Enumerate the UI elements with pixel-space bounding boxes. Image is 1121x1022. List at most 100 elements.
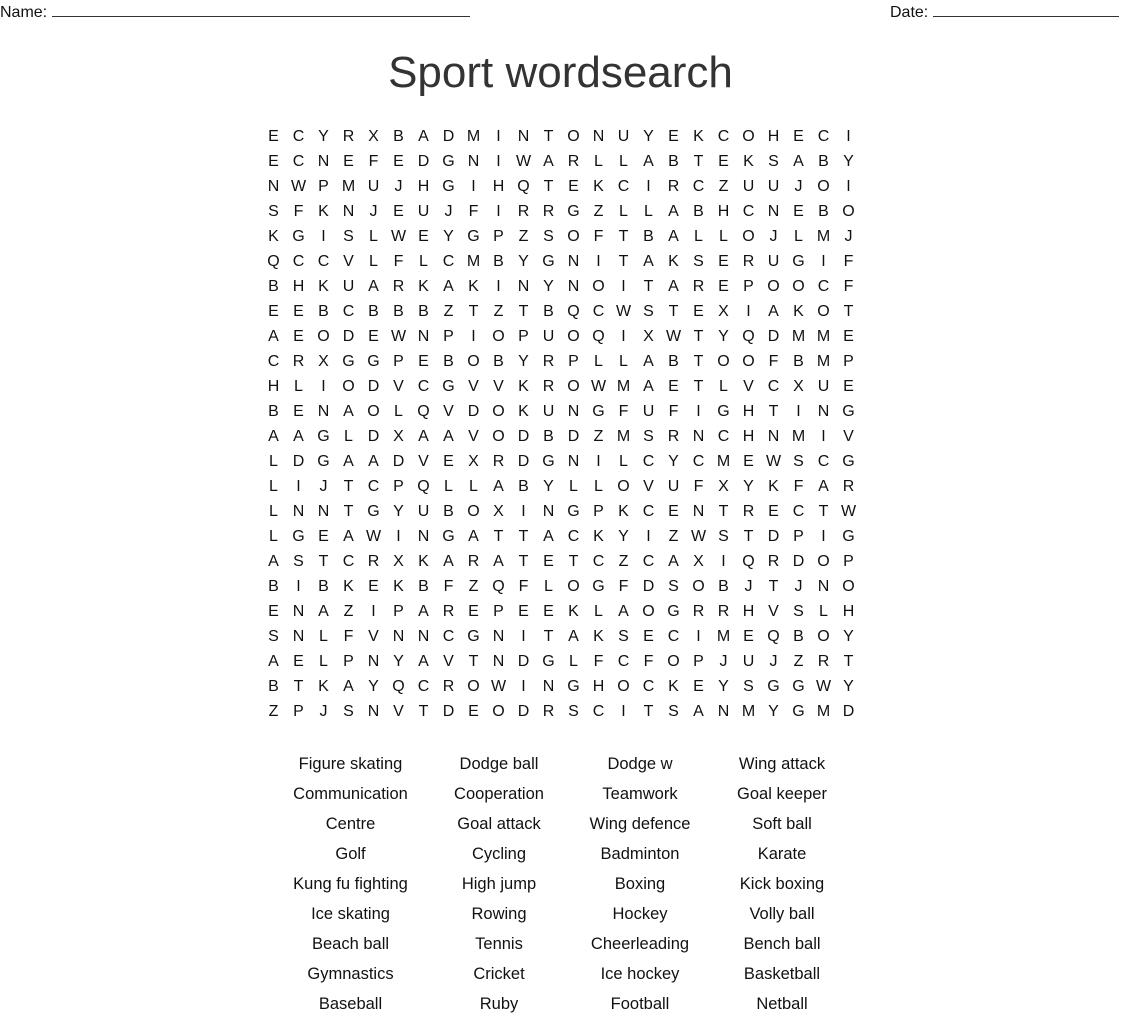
grid-cell: B [643, 228, 654, 245]
grid-cell: N [542, 678, 555, 695]
grid-cell: B [793, 353, 804, 370]
grid-cell: E [293, 328, 304, 345]
grid-cell: C [817, 128, 830, 145]
grid-cell: I [396, 528, 401, 545]
grid-cell: R [842, 478, 855, 495]
grid-cell: Z [668, 528, 679, 545]
grid-cell: Y [843, 153, 854, 170]
grid-cell: N [417, 328, 430, 345]
grid-cell: E [693, 678, 704, 695]
grid-cell: P [593, 503, 604, 520]
word-list-item: Centre [325, 815, 376, 833]
grid-cell: G [842, 453, 855, 470]
grid-cell: P [318, 178, 329, 195]
grid-cell: I [496, 153, 501, 170]
grid-cell: U [817, 378, 830, 395]
grid-cell: Z [468, 578, 479, 595]
grid-cell: N [417, 528, 430, 545]
grid-cell: T [818, 503, 829, 520]
grid-cell: A [643, 153, 654, 170]
grid-cell: L [569, 653, 578, 670]
grid-cell: Y [393, 653, 404, 670]
grid-cell: B [393, 303, 404, 320]
grid-cell: F [293, 203, 304, 220]
word-list-item: Beach ball [311, 935, 390, 953]
grid-row: AAGLDXAAVODBDZMSRNCHNMIV [261, 424, 861, 449]
grid-row: AELPNYAVTNDGLFCFOPJUJZRT [261, 649, 861, 674]
word-list-item: Netball [756, 995, 808, 1013]
grid-cell: B [668, 353, 679, 370]
grid-cell: C [667, 628, 680, 645]
grid-cell: O [817, 628, 830, 645]
grid-cell: G [442, 378, 455, 395]
grid-cell: F [343, 628, 354, 645]
grid-cell: W [665, 328, 682, 345]
word-list-item: Cricket [473, 965, 525, 983]
grid-cell: I [496, 278, 501, 295]
grid-cell: N [767, 203, 780, 220]
grid-cell: P [443, 328, 454, 345]
grid-cell: K [693, 128, 704, 145]
grid-cell: N [292, 603, 305, 620]
grid-cell: B [318, 578, 329, 595]
grid-cell: K [518, 378, 529, 395]
grid-cell: O [792, 278, 805, 295]
grid-cell: B [543, 428, 554, 445]
grid-cell: P [493, 603, 504, 620]
grid-cell: G [317, 428, 330, 445]
grid-cell: R [692, 603, 705, 620]
grid-cell: Q [492, 578, 505, 595]
grid-cell: N [317, 503, 330, 520]
grid-cell: H [492, 178, 505, 195]
grid-cell: I [371, 603, 376, 620]
date-field[interactable]: Date: [890, 2, 1120, 22]
grid-row: SNLFVNNCGNITAKSECIMEQBOY [261, 624, 861, 649]
name-field[interactable]: Name: [0, 2, 471, 22]
grid-cell: S [568, 703, 579, 720]
grid-cell: G [667, 603, 680, 620]
grid-cell: D [842, 703, 855, 720]
grid-cell: K [568, 603, 579, 620]
grid-cell: U [367, 178, 380, 195]
grid-cell: R [467, 553, 480, 570]
grid-cell: C [642, 678, 655, 695]
name-blank-line[interactable] [52, 2, 471, 17]
grid-cell: I [321, 228, 326, 245]
grid-cell: B [418, 578, 429, 595]
grid-cell: T [543, 628, 554, 645]
grid-cell: I [796, 403, 801, 420]
grid-cell: N [517, 128, 530, 145]
grid-cell: T [343, 478, 354, 495]
grid-cell: Z [593, 428, 604, 445]
grid-cell: K [668, 253, 679, 270]
grid-cell: L [719, 378, 728, 395]
grid-cell: R [692, 278, 705, 295]
word-list-item: Wing defence [589, 815, 691, 833]
grid-cell: C [617, 178, 630, 195]
grid-cell: R [367, 553, 380, 570]
grid-cell: T [543, 128, 554, 145]
grid-cell: A [268, 328, 279, 345]
word-list-item: Ice skating [311, 905, 390, 923]
grid-cell: I [296, 578, 301, 595]
grid-cell: J [319, 478, 328, 495]
grid-cell: D [367, 378, 380, 395]
grid-cell: O [567, 228, 580, 245]
grid-cell: O [667, 653, 680, 670]
grid-cell: K [768, 478, 779, 495]
grid-cell: W [840, 503, 857, 520]
grid-cell: C [767, 378, 780, 395]
grid-cell: O [617, 478, 630, 495]
grid-cell: X [643, 328, 654, 345]
grid-cell: Y [618, 528, 629, 545]
grid-cell: L [394, 403, 403, 420]
word-list-item: Figure skating [298, 755, 403, 773]
grid-cell: X [793, 378, 804, 395]
grid-cell: O [492, 328, 505, 345]
grid-cell: T [843, 653, 854, 670]
date-blank-line[interactable] [933, 2, 1120, 17]
grid-cell: Q [567, 303, 580, 320]
grid-cell: T [318, 553, 329, 570]
grid-cell: L [294, 378, 303, 395]
grid-cell: P [793, 528, 804, 545]
